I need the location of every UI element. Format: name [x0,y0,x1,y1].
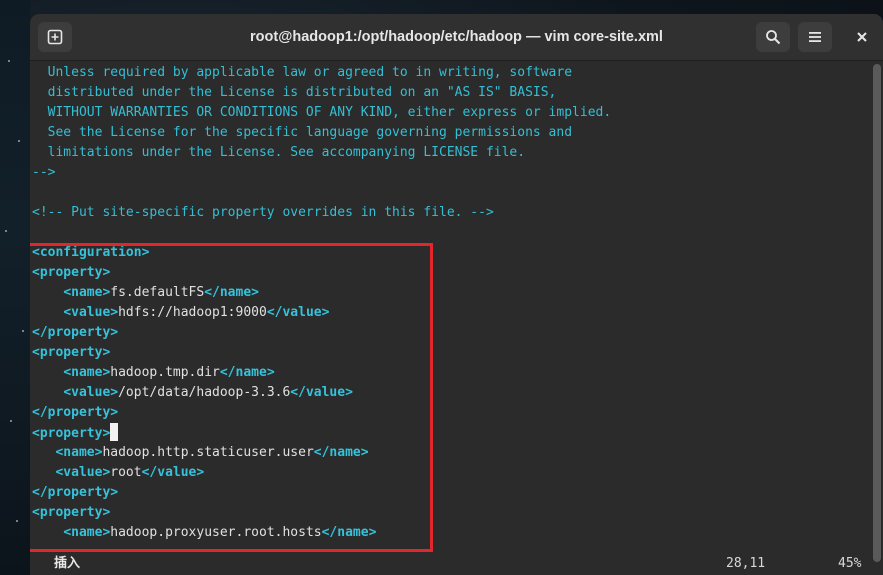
terminal-window: root@hadoop1:/opt/hadoop/etc/hadoop — vi… [30,14,883,575]
license-line: WITHOUT WARRANTIES OR CONDITIONS OF ANY … [32,105,612,120]
cursor-position: 28,11 [726,556,766,571]
scrollbar[interactable] [873,64,881,562]
comment-close: --> [32,165,56,180]
highlight-annotation-box [30,243,433,552]
license-line: distributed under the License is distrib… [32,85,557,100]
search-button[interactable] [756,22,790,52]
vim-mode-indicator: 插入 [54,556,81,571]
search-icon [766,30,781,45]
hamburger-menu-icon [809,32,821,42]
site-specific-comment: <!-- Put site-specific property override… [32,205,494,220]
license-line: Unless required by applicable law or agr… [32,65,573,80]
menu-button[interactable] [798,22,832,52]
license-line: limitations under the License. See accom… [32,145,526,160]
license-line: See the License for the specific languag… [32,125,573,140]
terminal-content[interactable]: Unless required by applicable law or agr… [30,61,883,575]
titlebar: root@hadoop1:/opt/hadoop/etc/hadoop — vi… [30,14,883,61]
close-button[interactable] [845,22,879,52]
scroll-percent: 45% [838,556,862,571]
desktop-background [0,0,30,575]
close-icon [857,32,867,42]
